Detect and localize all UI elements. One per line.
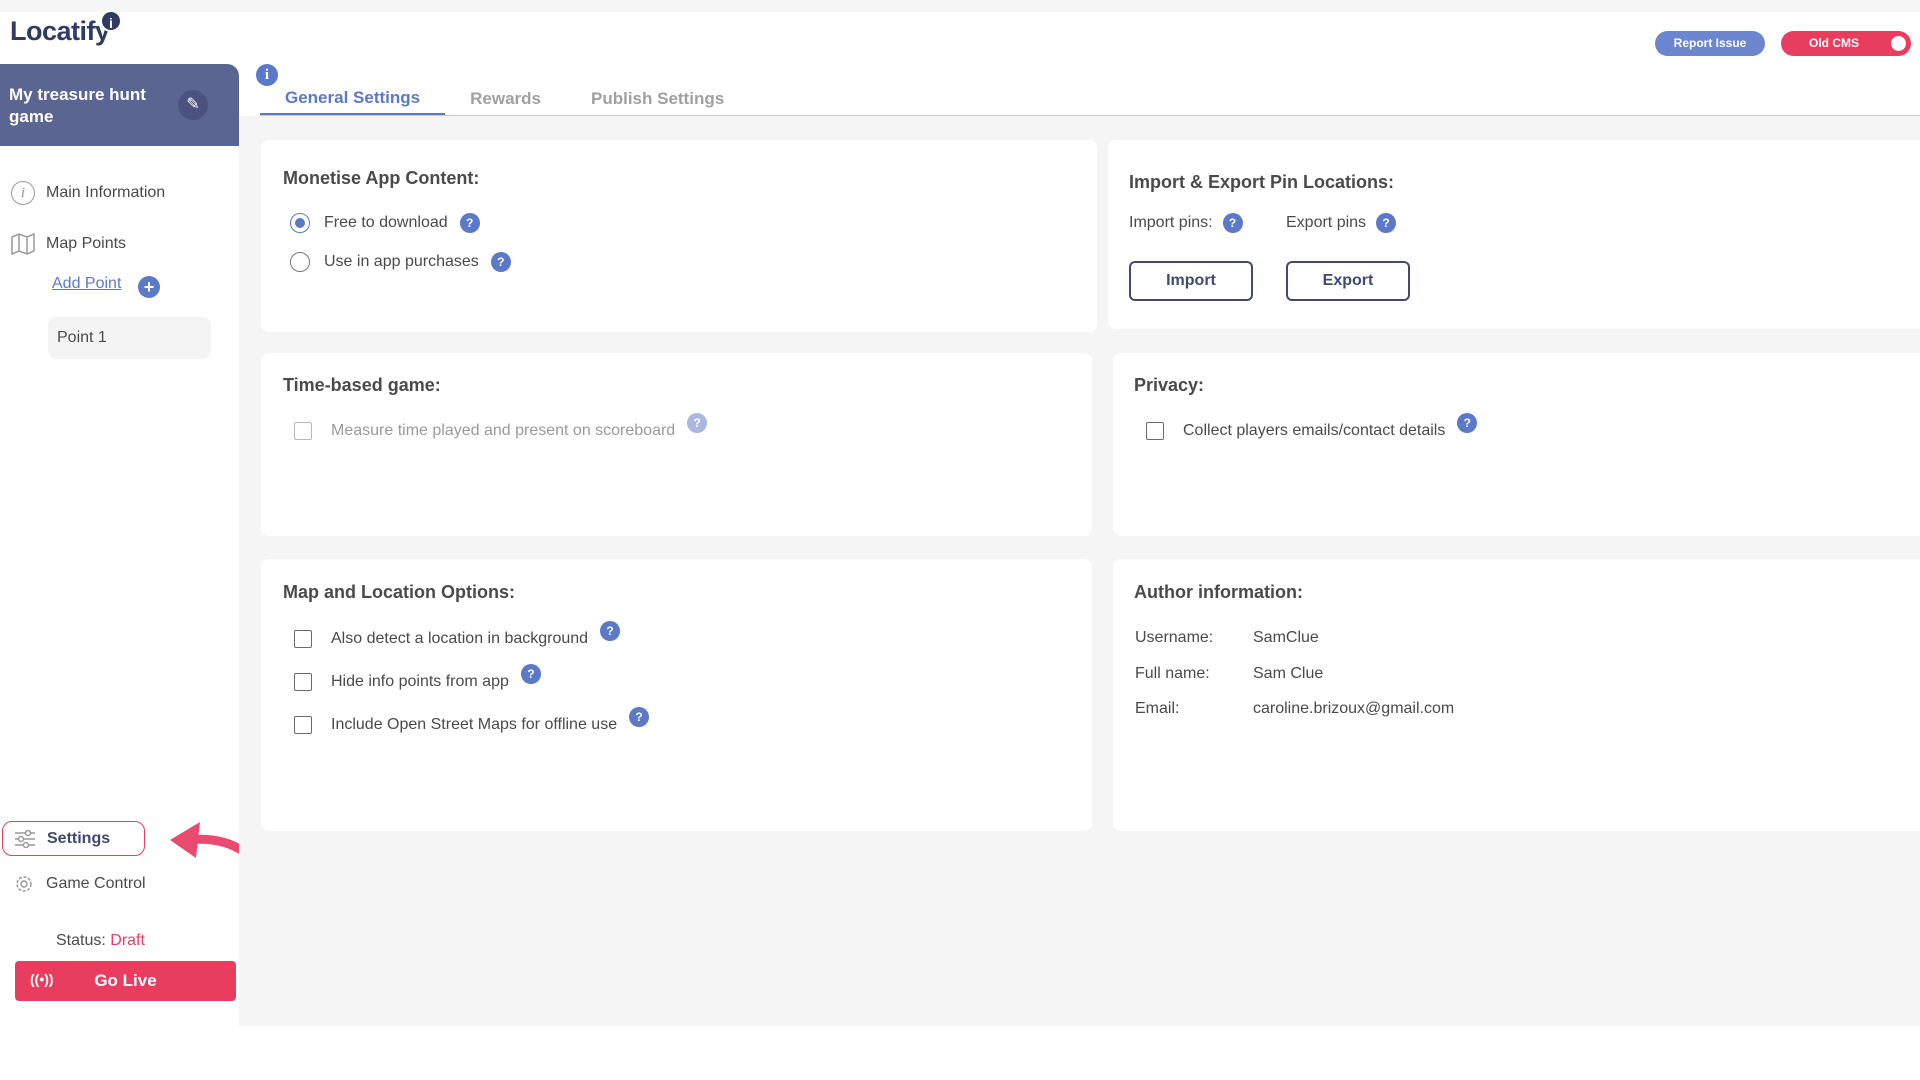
checkbox[interactable]	[294, 673, 312, 691]
author-card: Author information: Username: SamClue Fu…	[1113, 559, 1920, 831]
card-title: Privacy:	[1134, 375, 1205, 395]
import-button[interactable]: Import	[1129, 261, 1253, 301]
bottom-area	[0, 1026, 1920, 1080]
status-label: Status:	[56, 932, 106, 949]
pencil-icon: ✎	[186, 96, 200, 113]
export-button[interactable]: Export	[1286, 261, 1410, 301]
import-export-card: Import & Export Pin Locations: Import pi…	[1108, 140, 1920, 329]
option-label: Use in app purchases	[324, 253, 479, 270]
card-title: Author information:	[1134, 582, 1303, 602]
go-live-button[interactable]: ((•)) Go Live	[15, 961, 236, 1001]
checkbox[interactable]	[294, 422, 312, 440]
sidebar-item-label: Game Control	[46, 875, 146, 892]
go-live-label: Go Live	[94, 971, 157, 990]
report-issue-button[interactable]: Report Issue	[1655, 31, 1765, 56]
plus-icon: +	[143, 276, 155, 297]
card-title: Time-based game:	[283, 375, 441, 395]
privacy-card: Privacy: Collect players emails/contact …	[1113, 353, 1920, 536]
help-icon[interactable]: ?	[459, 213, 480, 233]
checkbox[interactable]	[294, 630, 312, 648]
export-pins-label: Export pins ?	[1286, 213, 1397, 233]
add-point-plus-button[interactable]: +	[138, 276, 160, 298]
card-title: Map and Location Options:	[283, 582, 515, 602]
card-title: Import & Export Pin Locations:	[1129, 172, 1395, 192]
checkbox-hide-info-points[interactable]: Hide info points from app ?	[294, 664, 541, 692]
help-icon[interactable]: ?	[520, 664, 541, 684]
game-title: My treasure hunt game	[9, 85, 146, 126]
option-label: Also detect a location in background	[331, 630, 589, 647]
status-badge: Draft	[110, 932, 145, 949]
checkbox-open-street-maps[interactable]: Include Open Street Maps for offline use…	[294, 707, 650, 735]
edit-title-button[interactable]: ✎	[178, 90, 208, 120]
gear-icon	[12, 871, 36, 897]
toggle-knob	[1891, 36, 1906, 51]
email-value: caroline.brizoux@gmail.com	[1253, 700, 1455, 717]
main-content: i General Settings Rewards Publish Setti…	[239, 64, 1920, 1026]
author-username-row: Username: SamClue	[1135, 629, 1319, 647]
top-strip	[0, 0, 1920, 12]
old-cms-label: Old CMS	[1809, 36, 1859, 50]
help-icon[interactable]: ?	[1222, 213, 1243, 233]
radio-button[interactable]	[290, 252, 310, 272]
email-label: Email:	[1135, 700, 1180, 717]
sidebar-item-main-information[interactable]: i Main Information	[0, 173, 239, 213]
username-value: SamClue	[1253, 629, 1319, 646]
option-label: Include Open Street Maps for offline use	[331, 716, 618, 733]
option-label: Hide info points from app	[331, 673, 509, 690]
radio-free-to-download[interactable]: Free to download ?	[290, 213, 480, 233]
card-title: Monetise App Content:	[283, 168, 480, 188]
tab-bar: General Settings Rewards Publish Setting…	[260, 74, 749, 116]
option-label: Free to download	[324, 214, 448, 231]
add-point-link[interactable]: Add Point	[52, 275, 121, 293]
map-icon	[10, 231, 36, 257]
checkbox[interactable]	[294, 716, 312, 734]
radio-in-app-purchases[interactable]: Use in app purchases ?	[290, 252, 511, 272]
monetise-card: Monetise App Content: Free to download ?…	[261, 140, 1097, 332]
sidebar-item-settings[interactable]: Settings	[2, 821, 145, 856]
sidebar-item-map-points[interactable]: Map Points	[0, 224, 239, 264]
help-icon[interactable]: ?	[600, 621, 621, 641]
fullname-value: Sam Clue	[1253, 665, 1324, 682]
tab-publish-settings[interactable]: Publish Settings	[566, 74, 749, 116]
help-icon[interactable]: ?	[629, 707, 650, 727]
map-options-card: Map and Location Options: Also detect a …	[261, 559, 1092, 831]
option-label: Export pins	[1286, 214, 1367, 231]
sidebar-item-label: Settings	[47, 829, 111, 847]
checkbox-collect-emails[interactable]: Collect players emails/contact details ?	[1146, 413, 1478, 441]
option-label: Measure time played and present on score…	[331, 422, 676, 439]
old-cms-toggle[interactable]: Old CMS	[1781, 31, 1911, 56]
username-label: Username:	[1135, 629, 1214, 646]
tab-general-settings[interactable]: General Settings	[260, 74, 446, 116]
logo-badge-icon: i	[100, 10, 122, 32]
help-icon[interactable]: ?	[490, 252, 511, 272]
import-pins-label: Import pins: ?	[1129, 213, 1243, 233]
tab-divider	[260, 115, 1920, 116]
checkbox[interactable]	[1146, 422, 1164, 440]
info-circle-icon: i	[10, 180, 36, 206]
tab-rewards[interactable]: Rewards	[445, 74, 566, 116]
help-icon[interactable]: ?	[687, 413, 708, 433]
option-label: Collect players emails/contact details	[1183, 422, 1446, 439]
list-item-point[interactable]: Point 1	[48, 317, 211, 359]
checkbox-measure-time[interactable]: Measure time played and present on score…	[294, 413, 708, 441]
locatify-logo[interactable]: Locatify	[10, 16, 110, 47]
fullname-label: Full name:	[1135, 665, 1210, 682]
help-icon[interactable]: ?	[1457, 413, 1478, 433]
option-label: Import pins:	[1129, 214, 1213, 231]
help-icon[interactable]: ?	[1376, 213, 1397, 233]
author-fullname-row: Full name: Sam Clue	[1135, 665, 1323, 683]
game-header: My treasure hunt game ✎	[0, 64, 239, 146]
radio-button[interactable]	[290, 213, 310, 233]
author-email-row: Email: caroline.brizoux@gmail.com	[1135, 700, 1454, 718]
sidebar-item-label: Main Information	[46, 184, 166, 201]
sidebar-item-label: Map Points	[46, 235, 127, 252]
sliders-icon	[13, 826, 37, 852]
checkbox-background-location[interactable]: Also detect a location in background ?	[294, 621, 621, 649]
status-text: Status: Draft	[56, 932, 145, 950]
time-based-card: Time-based game: Measure time played and…	[261, 353, 1092, 536]
